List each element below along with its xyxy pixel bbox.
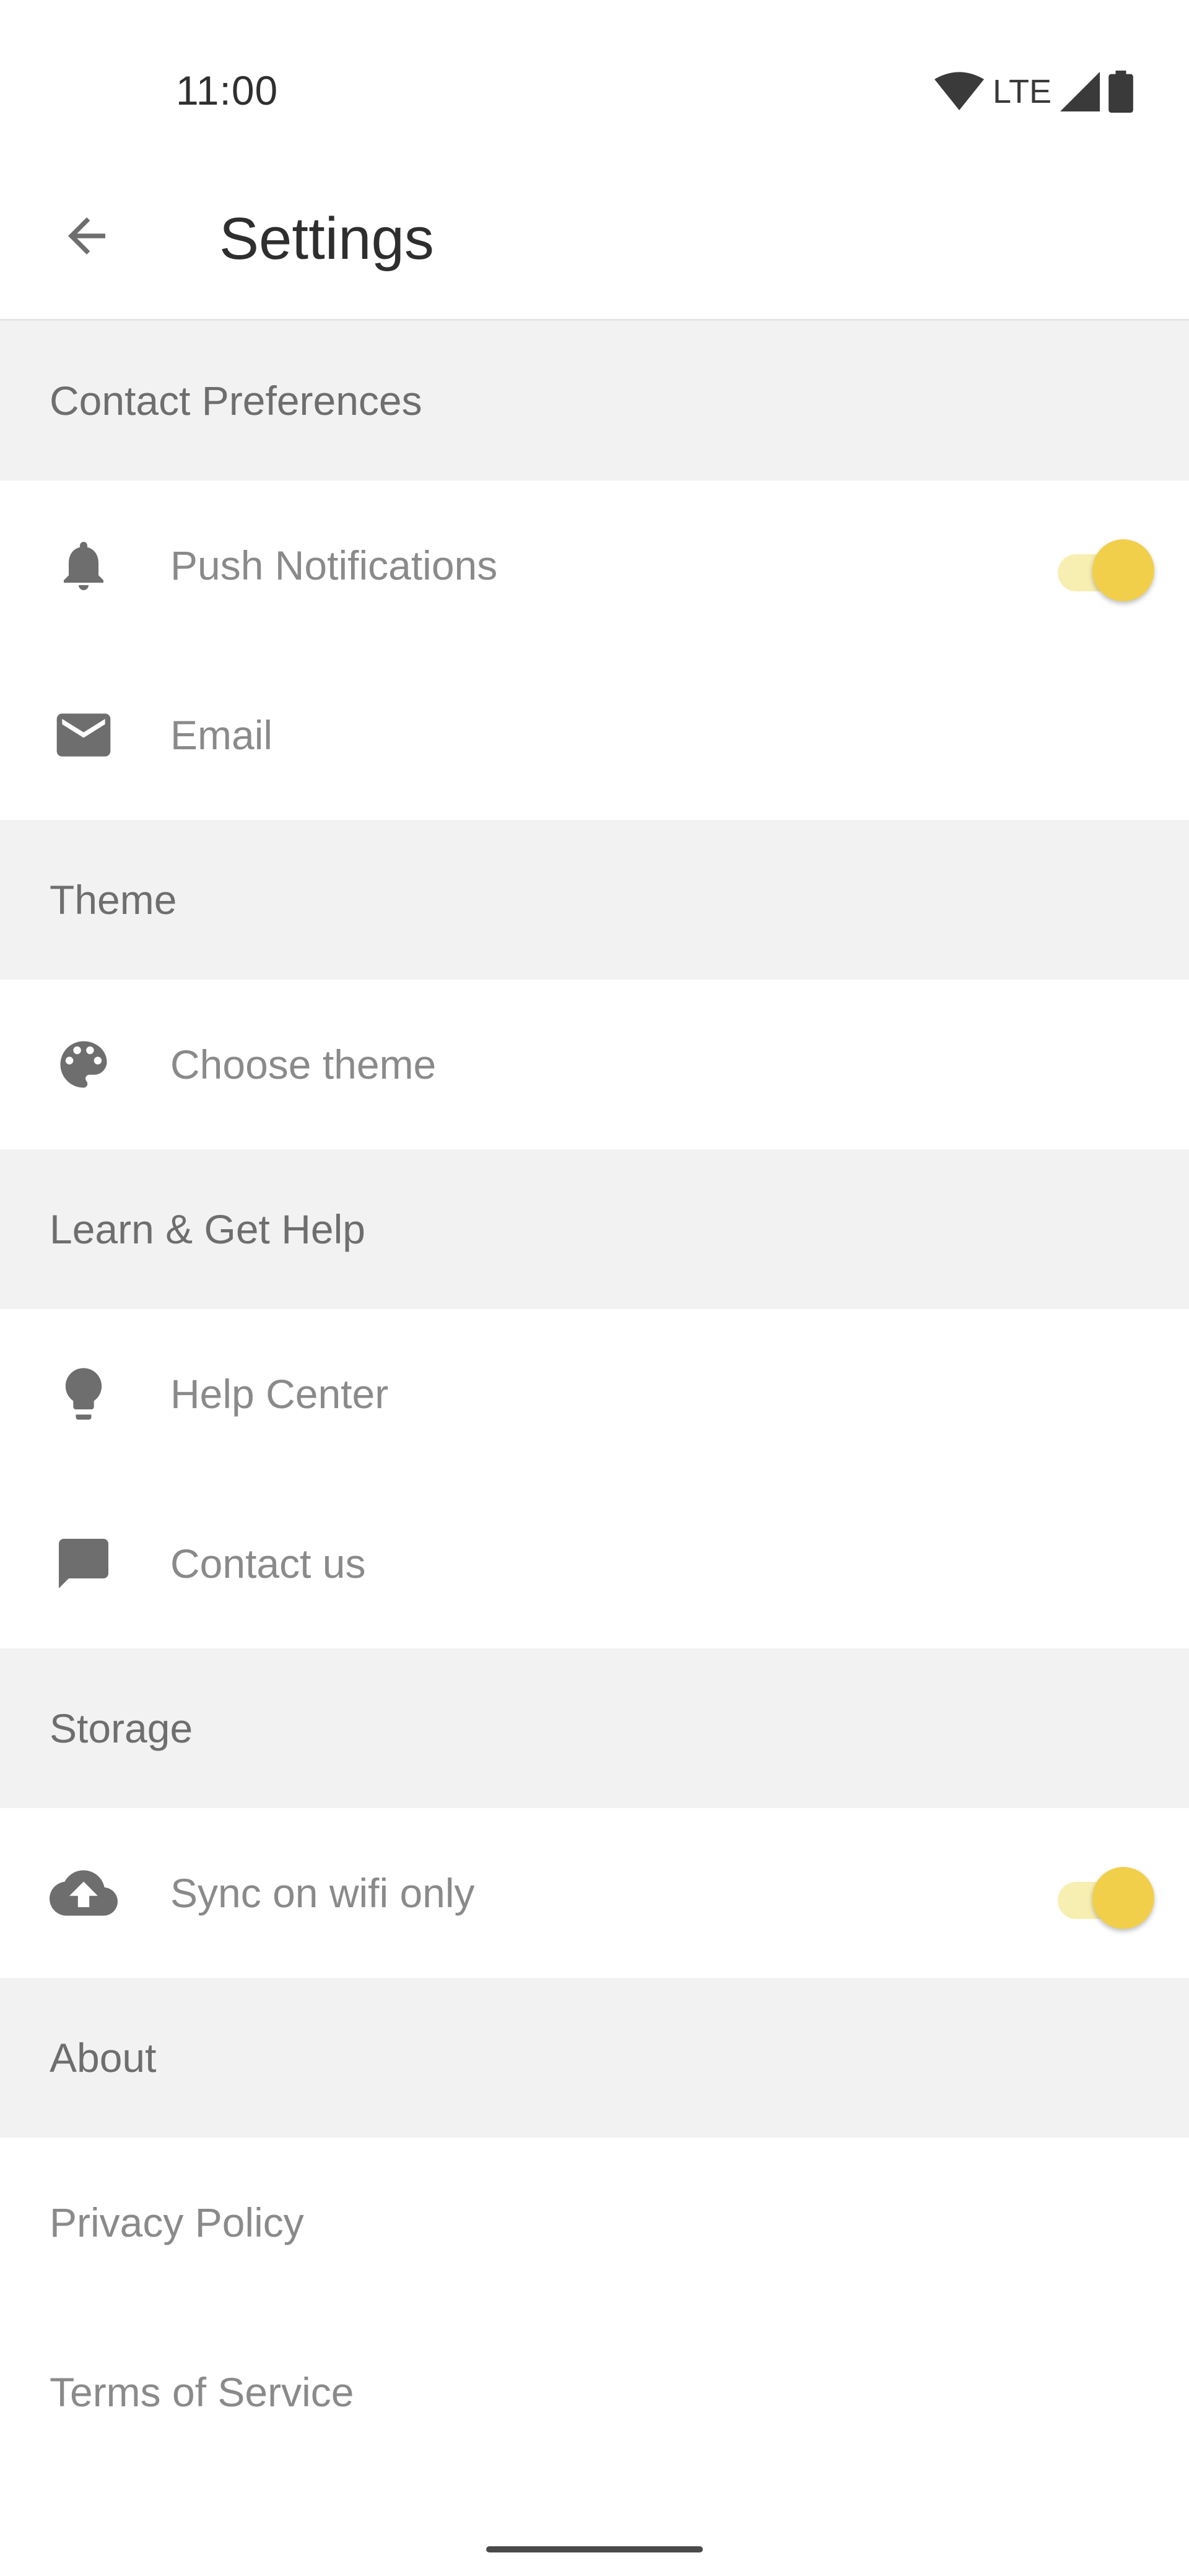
section-header-contact-preferences: Contact Preferences (0, 321, 1189, 481)
app-bar: Settings (0, 158, 1189, 321)
sync-wifi-label: Sync on wifi only (170, 1870, 475, 1916)
section-header-theme: Theme (0, 820, 1189, 980)
battery-icon (1108, 71, 1133, 113)
choose-theme-label: Choose theme (170, 1042, 437, 1087)
bell-icon (50, 531, 118, 599)
status-time: 11:00 (176, 67, 279, 113)
arrow-back-icon (68, 217, 105, 255)
wifi-icon (934, 72, 984, 110)
status-bar: 11:00 LTE (0, 0, 1189, 158)
section-header-storage: Storage (0, 1648, 1189, 1808)
setting-help-center[interactable]: Help Center (0, 1309, 1189, 1479)
help-center-label: Help Center (170, 1371, 389, 1417)
privacy-policy-label: Privacy Policy (50, 2200, 304, 2245)
setting-email[interactable]: Email (0, 650, 1189, 820)
cloud-upload-icon (50, 1859, 118, 1927)
contact-us-label: Contact us (170, 1541, 366, 1586)
setting-choose-theme[interactable]: Choose theme (0, 980, 1189, 1149)
terms-of-service-label: Terms of Service (50, 2369, 354, 2415)
home-indicator[interactable] (486, 2546, 703, 2552)
push-notifications-toggle[interactable] (1049, 531, 1154, 601)
setting-sync-wifi[interactable]: Sync on wifi only (0, 1808, 1189, 1978)
sync-wifi-toggle[interactable] (1049, 1859, 1154, 1929)
section-header-about: About (0, 1978, 1189, 2138)
palette-icon (50, 1030, 118, 1099)
setting-terms-of-service[interactable]: Terms of Service (0, 2307, 1189, 2477)
toggle-thumb (1092, 539, 1154, 601)
toggle-thumb (1092, 1867, 1154, 1929)
setting-privacy-policy[interactable]: Privacy Policy (0, 2138, 1189, 2307)
mail-icon (50, 701, 118, 769)
status-icons: LTE (934, 67, 1133, 116)
settings-list: Contact Preferences Push Notifications E… (0, 321, 1189, 2564)
setting-push-notifications[interactable]: Push Notifications (0, 481, 1189, 650)
setting-contact-us[interactable]: Contact us (0, 1479, 1189, 1648)
cell-signal-icon (1060, 72, 1100, 111)
email-label: Email (170, 712, 273, 758)
network-type-label: LTE (992, 73, 1052, 110)
page-title: Settings (219, 206, 434, 272)
push-notifications-label: Push Notifications (170, 542, 498, 588)
lightbulb-icon (50, 1360, 118, 1428)
chat-icon (50, 1530, 118, 1598)
section-header-learn-help: Learn & Get Help (0, 1149, 1189, 1309)
back-button[interactable] (50, 199, 124, 273)
